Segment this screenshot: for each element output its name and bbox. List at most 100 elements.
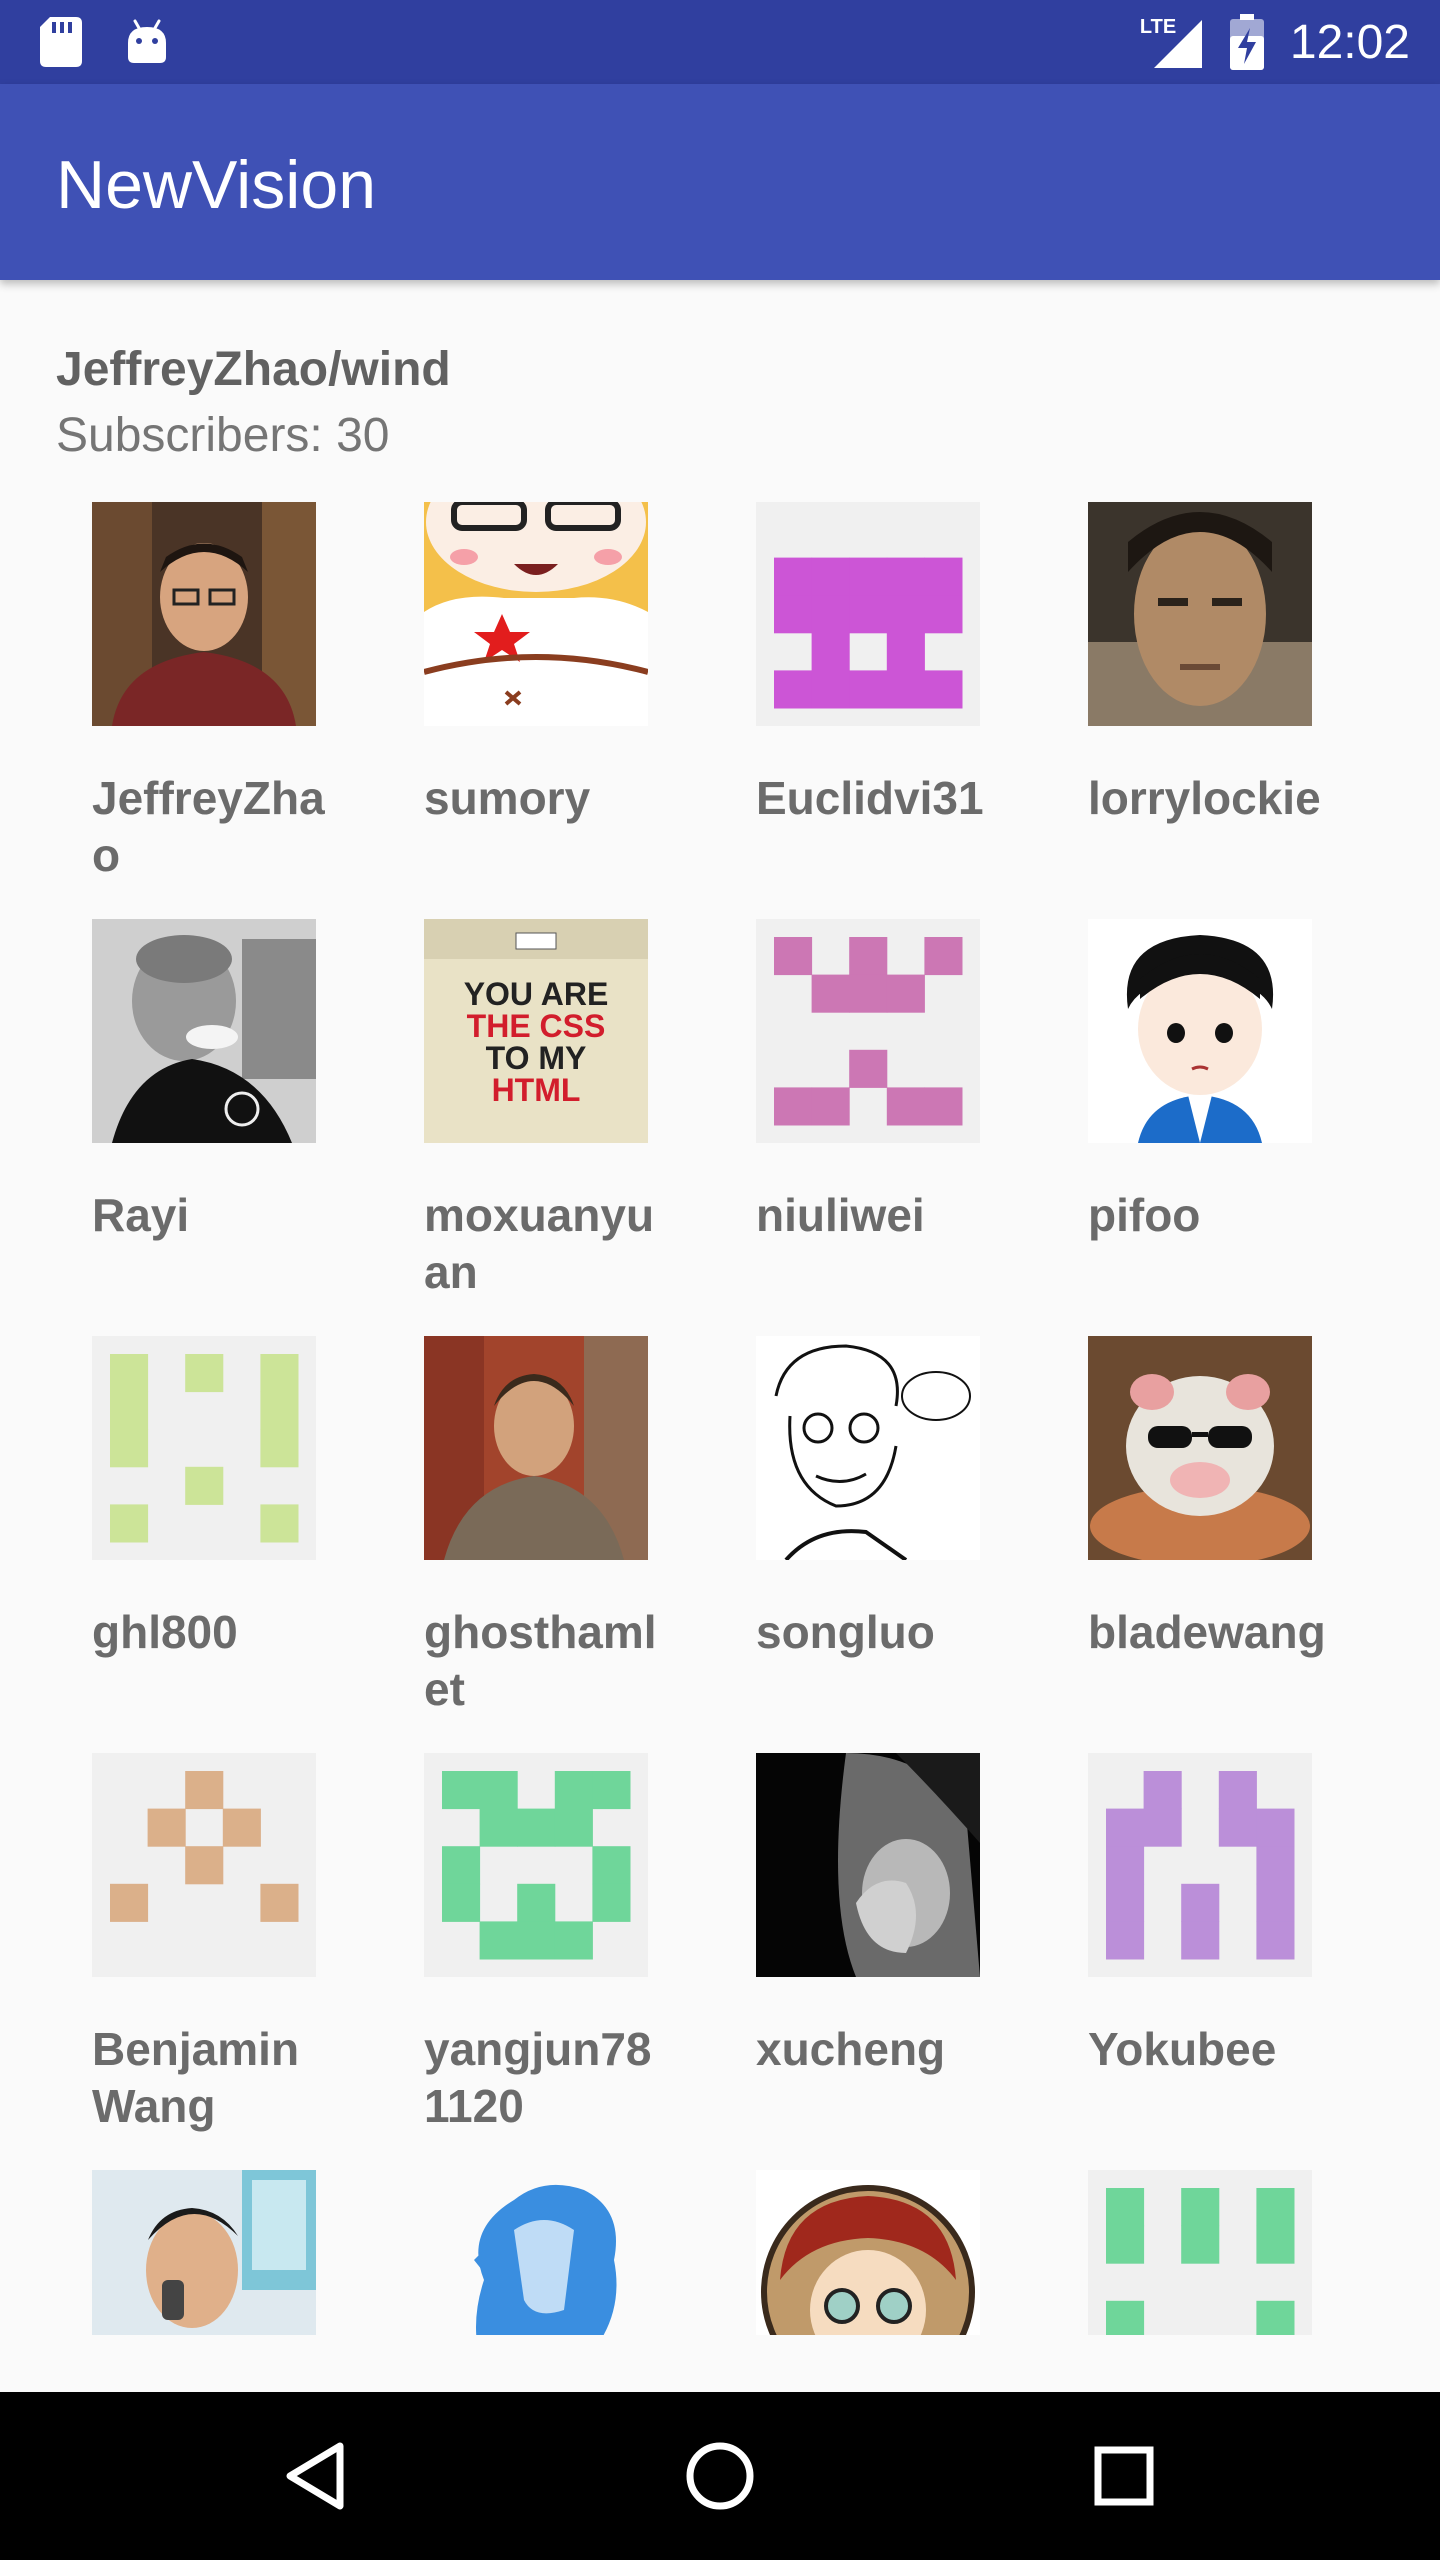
subscriber-item[interactable]: sumory <box>424 502 684 919</box>
avatar-image <box>424 502 648 726</box>
identicon-avatar-image <box>1088 1753 1312 1977</box>
subscribers-count: Subscribers: 30 <box>56 409 390 462</box>
subscriber-avatar[interactable] <box>92 1753 316 1977</box>
sd-card-icon <box>40 17 82 67</box>
subscriber-avatar[interactable] <box>424 502 648 726</box>
subscriber-item[interactable]: xucheng <box>756 1753 1016 2170</box>
avatar-image <box>92 502 316 726</box>
svg-text:TO MY: TO MY <box>486 1040 587 1076</box>
repo-name: JeffreyZhao/wind <box>56 343 451 396</box>
identicon-avatar-image <box>756 919 980 1143</box>
subscriber-avatar[interactable] <box>1088 2170 1312 2335</box>
subscriber-avatar[interactable] <box>92 919 316 1143</box>
subscriber-item[interactable] <box>92 2170 352 2335</box>
lte-signal-icon: LTE <box>1140 14 1204 70</box>
recents-icon <box>1094 2446 1154 2506</box>
subscriber-item[interactable]: songluo <box>756 1336 1016 1753</box>
subscriber-item[interactable]: bladewang <box>1088 1336 1348 1753</box>
avatar-image <box>756 2170 980 2335</box>
status-bar: LTE 12:02 <box>0 0 1440 84</box>
clock: 12:02 <box>1289 15 1410 69</box>
svg-text:HTML: HTML <box>492 1072 581 1108</box>
back-icon <box>286 2442 344 2510</box>
subscriber-avatar[interactable] <box>92 1336 316 1560</box>
subscriber-avatar[interactable] <box>756 2170 980 2335</box>
navigation-bar <box>0 2392 1440 2560</box>
subscriber-item[interactable] <box>424 2170 684 2335</box>
subscriber-item[interactable]: Euclidvi31 <box>756 502 1016 919</box>
subscriber-item[interactable]: yangjun781120 <box>424 1753 684 2170</box>
back-button[interactable] <box>276 2436 356 2516</box>
app-bar: NewVision <box>0 84 1440 280</box>
svg-text:YOU ARE: YOU ARE <box>464 976 609 1012</box>
avatar-image <box>756 1336 980 1560</box>
avatar-image <box>1088 1336 1312 1560</box>
avatar-image <box>92 919 316 1143</box>
identicon-avatar-image <box>92 1753 316 1977</box>
battery-charging-icon <box>1229 14 1264 70</box>
subscriber-avatar[interactable] <box>92 502 316 726</box>
android-icon <box>128 19 166 63</box>
identicon-avatar-image <box>756 502 980 726</box>
subscriber-item[interactable] <box>1088 2170 1348 2335</box>
subscriber-name: xucheng <box>756 2023 946 2075</box>
identicon-avatar-image <box>1088 2170 1312 2335</box>
subscriber-avatar[interactable] <box>1088 1753 1312 1977</box>
subscriber-avatar[interactable] <box>424 1753 648 1977</box>
notification-icons <box>40 16 168 68</box>
subscriber-avatar[interactable] <box>1088 919 1312 1143</box>
avatar-image <box>1088 919 1312 1143</box>
svg-text:THE CSS: THE CSS <box>467 1008 606 1044</box>
subscriber-avatar[interactable] <box>756 919 980 1143</box>
subscriber-item[interactable]: YOU ARE THE CSS TO MY HTML moxuanyuan <box>424 919 684 1336</box>
subscriber-name: songluo <box>756 1606 935 1658</box>
subscriber-item[interactable]: niuliwei <box>756 919 1016 1336</box>
subscriber-name: pifoo <box>1088 1189 1201 1241</box>
subscriber-name: niuliwei <box>756 1189 925 1241</box>
subscriber-avatar[interactable] <box>92 2170 316 2335</box>
avatar-image: YOU ARE THE CSS TO MY HTML <box>424 919 648 1143</box>
subscriber-avatar[interactable] <box>756 502 980 726</box>
subscriber-item[interactable]: ghosthamlet <box>424 1336 684 1753</box>
subscriber-item[interactable]: JeffreyZhao <box>92 502 352 919</box>
avatar-image <box>756 1753 980 1977</box>
subscriber-avatar[interactable] <box>1088 502 1312 726</box>
subscriber-name: Yokubee <box>1088 2023 1277 2075</box>
app-title: NewVision <box>56 147 377 223</box>
subscriber-name: JeffreyZhao <box>92 772 325 881</box>
subscriber-name: ghosthamlet <box>424 1606 657 1715</box>
subscriber-avatar[interactable]: YOU ARE THE CSS TO MY HTML <box>424 919 648 1143</box>
subscriber-name: BenjaminWang <box>92 2023 300 2132</box>
subscriber-avatar[interactable] <box>756 1753 980 1977</box>
subscriber-name: ghl800 <box>92 1606 238 1658</box>
subscriber-item[interactable]: BenjaminWang <box>92 1753 352 2170</box>
identicon-avatar-image <box>92 1336 316 1560</box>
subscriber-name: Euclidvi31 <box>756 772 984 824</box>
recents-button[interactable] <box>1084 2436 1164 2516</box>
subscriber-item[interactable]: Yokubee <box>1088 1753 1348 2170</box>
subscriber-name: yangjun781120 <box>424 2023 652 2132</box>
subscriber-item[interactable]: lorrylockie <box>1088 502 1348 919</box>
subscriber-name: lorrylockie <box>1088 772 1321 824</box>
subscriber-grid[interactable]: JeffreyZhao sumory Euclidvi31 lorrylockie… <box>0 502 1440 2335</box>
subscriber-item[interactable]: ghl800 <box>92 1336 352 1753</box>
avatar-image <box>424 2170 648 2335</box>
subscriber-name: bladewang <box>1088 1606 1326 1658</box>
identicon-avatar-image <box>424 1753 648 1977</box>
system-icons: LTE 12:02 <box>1140 12 1410 72</box>
avatar-image <box>92 2170 316 2335</box>
subscriber-item[interactable]: Rayi <box>92 919 352 1336</box>
avatar-image <box>424 1336 648 1560</box>
subscriber-name: moxuanyuan <box>424 1189 655 1298</box>
home-button[interactable] <box>680 2436 760 2516</box>
subscriber-item[interactable] <box>756 2170 1016 2335</box>
avatar-image <box>1088 502 1312 726</box>
subscriber-avatar[interactable] <box>756 1336 980 1560</box>
subscriber-name: sumory <box>424 772 591 824</box>
home-icon <box>686 2442 754 2510</box>
subscriber-name: Rayi <box>92 1189 190 1241</box>
subscriber-item[interactable]: pifoo <box>1088 919 1348 1336</box>
subscriber-avatar[interactable] <box>424 1336 648 1560</box>
subscriber-avatar[interactable] <box>424 2170 648 2335</box>
subscriber-avatar[interactable] <box>1088 1336 1312 1560</box>
